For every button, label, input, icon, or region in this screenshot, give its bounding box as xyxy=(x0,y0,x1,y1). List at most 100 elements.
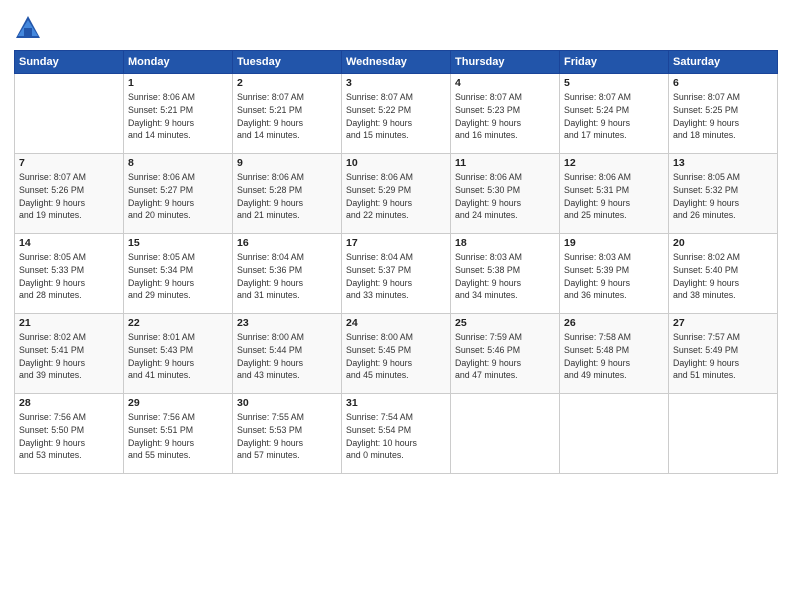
day-info: Sunrise: 8:05 AMSunset: 5:33 PMDaylight:… xyxy=(19,251,119,302)
calendar-cell: 3Sunrise: 8:07 AMSunset: 5:22 PMDaylight… xyxy=(342,74,451,154)
weekday-header-friday: Friday xyxy=(560,51,669,74)
calendar-week-3: 14 Sunrise: 8:05 AMSunset: 5:33 PMDayligh… xyxy=(15,234,778,314)
day-info: Sunrise: 7:56 AMSunset: 5:51 PMDaylight:… xyxy=(128,411,228,462)
calendar-cell: 25 Sunrise: 7:59 AMSunset: 5:46 PMDayligh… xyxy=(451,314,560,394)
day-number: 12 xyxy=(564,157,664,169)
day-number: 5 xyxy=(564,77,664,89)
calendar-cell: 14 Sunrise: 8:05 AMSunset: 5:33 PMDayligh… xyxy=(15,234,124,314)
day-number: 11 xyxy=(455,157,555,169)
calendar-cell: 16 Sunrise: 8:04 AMSunset: 5:36 PMDayligh… xyxy=(233,234,342,314)
day-number: 28 xyxy=(19,397,119,409)
day-number: 10 xyxy=(346,157,446,169)
calendar-cell: 6Sunrise: 8:07 AMSunset: 5:25 PMDaylight… xyxy=(669,74,778,154)
calendar-cell: 10 Sunrise: 8:06 AMSunset: 5:29 PMDayligh… xyxy=(342,154,451,234)
calendar-cell xyxy=(669,394,778,474)
calendar-week-2: 7Sunrise: 8:07 AMSunset: 5:26 PMDaylight… xyxy=(15,154,778,234)
day-info: Sunrise: 8:07 AMSunset: 5:23 PMDaylight:… xyxy=(455,91,555,142)
day-number: 22 xyxy=(128,317,228,329)
day-number: 14 xyxy=(19,237,119,249)
day-number: 31 xyxy=(346,397,446,409)
calendar-cell: 27 Sunrise: 7:57 AMSunset: 5:49 PMDayligh… xyxy=(669,314,778,394)
logo xyxy=(14,14,46,42)
day-number: 27 xyxy=(673,317,773,329)
day-info: Sunrise: 8:06 AMSunset: 5:27 PMDaylight:… xyxy=(128,171,228,222)
calendar-week-1: 1 Sunrise: 8:06 AMSunset: 5:21 PMDaylight… xyxy=(15,74,778,154)
day-number: 9 xyxy=(237,157,337,169)
calendar-cell xyxy=(451,394,560,474)
calendar-cell: 7Sunrise: 8:07 AMSunset: 5:26 PMDaylight… xyxy=(15,154,124,234)
header xyxy=(14,10,778,42)
calendar-cell xyxy=(560,394,669,474)
weekday-header-tuesday: Tuesday xyxy=(233,51,342,74)
day-number: 21 xyxy=(19,317,119,329)
day-info: Sunrise: 8:01 AMSunset: 5:43 PMDaylight:… xyxy=(128,331,228,382)
day-info: Sunrise: 7:57 AMSunset: 5:49 PMDaylight:… xyxy=(673,331,773,382)
calendar-cell: 31 Sunrise: 7:54 AMSunset: 5:54 PMDayligh… xyxy=(342,394,451,474)
calendar-cell: 24 Sunrise: 8:00 AMSunset: 5:45 PMDayligh… xyxy=(342,314,451,394)
calendar-week-5: 28 Sunrise: 7:56 AMSunset: 5:50 PMDayligh… xyxy=(15,394,778,474)
weekday-header-saturday: Saturday xyxy=(669,51,778,74)
calendar-week-4: 21 Sunrise: 8:02 AMSunset: 5:41 PMDayligh… xyxy=(15,314,778,394)
calendar-cell: 19Sunrise: 8:03 AMSunset: 5:39 PMDayligh… xyxy=(560,234,669,314)
day-info: Sunrise: 8:07 AMSunset: 5:24 PMDaylight:… xyxy=(564,91,664,142)
weekday-header-thursday: Thursday xyxy=(451,51,560,74)
day-number: 1 xyxy=(128,77,228,89)
day-number: 8 xyxy=(128,157,228,169)
day-info: Sunrise: 8:04 AMSunset: 5:36 PMDaylight:… xyxy=(237,251,337,302)
calendar-cell: 12 Sunrise: 8:06 AMSunset: 5:31 PMDayligh… xyxy=(560,154,669,234)
day-info: Sunrise: 8:06 AMSunset: 5:21 PMDaylight:… xyxy=(128,91,228,142)
day-info: Sunrise: 8:00 AMSunset: 5:45 PMDaylight:… xyxy=(346,331,446,382)
calendar-cell: 28 Sunrise: 7:56 AMSunset: 5:50 PMDayligh… xyxy=(15,394,124,474)
calendar-cell: 29 Sunrise: 7:56 AMSunset: 5:51 PMDayligh… xyxy=(124,394,233,474)
calendar-table: SundayMondayTuesdayWednesdayThursdayFrid… xyxy=(14,50,778,474)
day-info: Sunrise: 8:07 AMSunset: 5:21 PMDaylight:… xyxy=(237,91,337,142)
day-number: 15 xyxy=(128,237,228,249)
day-info: Sunrise: 7:54 AMSunset: 5:54 PMDaylight:… xyxy=(346,411,446,462)
calendar-cell: 13Sunrise: 8:05 AMSunset: 5:32 PMDayligh… xyxy=(669,154,778,234)
day-number: 26 xyxy=(564,317,664,329)
calendar-cell: 20 Sunrise: 8:02 AMSunset: 5:40 PMDayligh… xyxy=(669,234,778,314)
day-info: Sunrise: 7:59 AMSunset: 5:46 PMDaylight:… xyxy=(455,331,555,382)
day-number: 6 xyxy=(673,77,773,89)
calendar-cell xyxy=(15,74,124,154)
day-number: 24 xyxy=(346,317,446,329)
calendar-cell: 1 Sunrise: 8:06 AMSunset: 5:21 PMDaylight… xyxy=(124,74,233,154)
calendar-cell: 5 Sunrise: 8:07 AMSunset: 5:24 PMDaylight… xyxy=(560,74,669,154)
day-info: Sunrise: 8:06 AMSunset: 5:30 PMDaylight:… xyxy=(455,171,555,222)
calendar-cell: 15 Sunrise: 8:05 AMSunset: 5:34 PMDayligh… xyxy=(124,234,233,314)
day-info: Sunrise: 8:03 AMSunset: 5:38 PMDaylight:… xyxy=(455,251,555,302)
day-number: 30 xyxy=(237,397,337,409)
calendar-cell: 11 Sunrise: 8:06 AMSunset: 5:30 PMDayligh… xyxy=(451,154,560,234)
day-info: Sunrise: 8:06 AMSunset: 5:29 PMDaylight:… xyxy=(346,171,446,222)
calendar-cell: 8 Sunrise: 8:06 AMSunset: 5:27 PMDaylight… xyxy=(124,154,233,234)
weekday-header-monday: Monday xyxy=(124,51,233,74)
day-info: Sunrise: 8:02 AMSunset: 5:40 PMDaylight:… xyxy=(673,251,773,302)
day-info: Sunrise: 8:05 AMSunset: 5:32 PMDaylight:… xyxy=(673,171,773,222)
page: SundayMondayTuesdayWednesdayThursdayFrid… xyxy=(0,0,792,612)
day-info: Sunrise: 7:56 AMSunset: 5:50 PMDaylight:… xyxy=(19,411,119,462)
day-number: 19 xyxy=(564,237,664,249)
day-number: 2 xyxy=(237,77,337,89)
day-number: 17 xyxy=(346,237,446,249)
day-number: 20 xyxy=(673,237,773,249)
day-info: Sunrise: 8:04 AMSunset: 5:37 PMDaylight:… xyxy=(346,251,446,302)
day-info: Sunrise: 8:06 AMSunset: 5:31 PMDaylight:… xyxy=(564,171,664,222)
day-number: 4 xyxy=(455,77,555,89)
day-number: 3 xyxy=(346,77,446,89)
day-number: 25 xyxy=(455,317,555,329)
calendar-cell: 23Sunrise: 8:00 AMSunset: 5:44 PMDayligh… xyxy=(233,314,342,394)
day-number: 18 xyxy=(455,237,555,249)
weekday-header-sunday: Sunday xyxy=(15,51,124,74)
day-info: Sunrise: 8:05 AMSunset: 5:34 PMDaylight:… xyxy=(128,251,228,302)
calendar-header-row: SundayMondayTuesdayWednesdayThursdayFrid… xyxy=(15,51,778,74)
day-number: 16 xyxy=(237,237,337,249)
calendar-cell: 2 Sunrise: 8:07 AMSunset: 5:21 PMDaylight… xyxy=(233,74,342,154)
calendar-cell: 4 Sunrise: 8:07 AMSunset: 5:23 PMDaylight… xyxy=(451,74,560,154)
calendar-cell: 22 Sunrise: 8:01 AMSunset: 5:43 PMDayligh… xyxy=(124,314,233,394)
day-number: 23 xyxy=(237,317,337,329)
day-info: Sunrise: 8:07 AMSunset: 5:26 PMDaylight:… xyxy=(19,171,119,222)
day-info: Sunrise: 7:55 AMSunset: 5:53 PMDaylight:… xyxy=(237,411,337,462)
logo-icon xyxy=(14,14,42,42)
day-number: 29 xyxy=(128,397,228,409)
day-info: Sunrise: 8:02 AMSunset: 5:41 PMDaylight:… xyxy=(19,331,119,382)
